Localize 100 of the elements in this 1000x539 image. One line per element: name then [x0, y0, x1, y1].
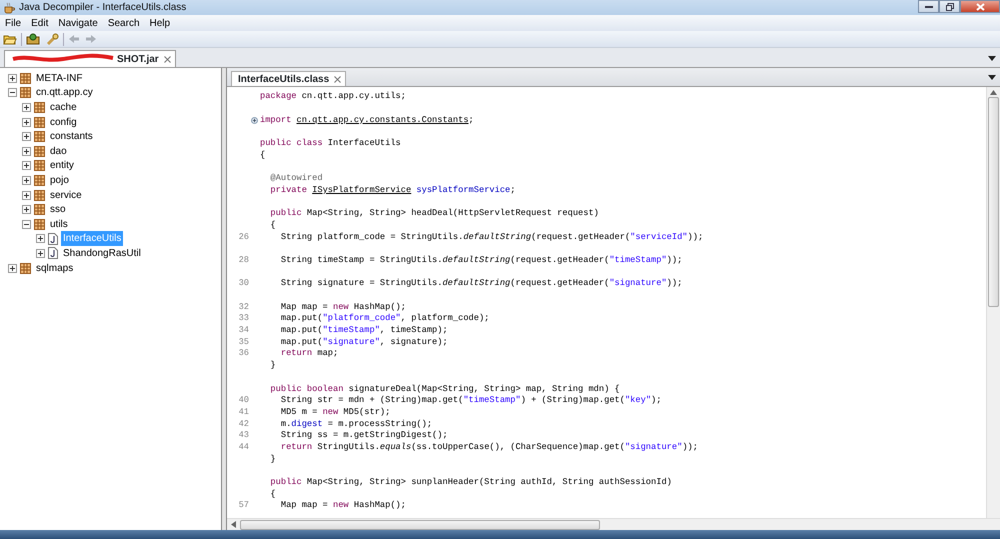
- package-icon: [34, 174, 45, 186]
- expand-icon[interactable]: [22, 205, 31, 214]
- menu-item[interactable]: Help: [144, 16, 176, 30]
- dropdown-arrow-icon[interactable]: [988, 74, 996, 80]
- open-archive-icon[interactable]: [25, 33, 41, 45]
- package-icon: [20, 72, 31, 84]
- code-line: MD5 m = new MD5(str);: [280, 406, 390, 418]
- tree-item[interactable]: sqlmaps: [34, 260, 76, 276]
- package-icon: [34, 146, 45, 157]
- code-line: public Map<String, String> sunplanHeader(String authId, String authSessionId): [269, 477, 672, 488]
- code-line: import cn.qtt.app.cy.constants.Constants;: [260, 114, 474, 126]
- code-line: String signature = StringUtils.defaultString(request.getHeader("signature"));: [280, 278, 682, 290]
- minimize-icon: [924, 6, 932, 8]
- line-number: 34: [238, 324, 249, 338]
- code-line: public Map<String, String> headDeal(HttpServletRequest request): [269, 208, 599, 220]
- package-icon: [34, 218, 45, 230]
- package-icon: [20, 262, 31, 274]
- minimize-button[interactable]: [918, 0, 939, 13]
- coffee-cup-icon: [3, 2, 15, 14]
- code-line: String str = mdn + (String)map.get("timeStamp") + (String)map.get("key");: [280, 395, 662, 406]
- archive-tab[interactable]: SHOT.jar: [4, 50, 176, 67]
- code-line: @Autowired: [269, 173, 323, 184]
- code-line: String platform_code = StringUtils.defaultString(request.getHeader("serviceId"));: [280, 232, 704, 243]
- tree-item[interactable]: pojo: [48, 172, 71, 188]
- code-line: }: [269, 454, 276, 465]
- expand-icon[interactable]: [22, 176, 31, 185]
- expand-icon[interactable]: [36, 248, 45, 258]
- close-button[interactable]: [960, 0, 1000, 13]
- menu-item[interactable]: Navigate: [53, 16, 103, 30]
- line-number: 26: [238, 230, 249, 244]
- tree-item[interactable]: utils: [48, 216, 70, 232]
- vertical-scrollbar[interactable]: [986, 87, 1000, 518]
- expand-icon[interactable]: [36, 234, 45, 244]
- code-line: map.put("platform_code", platform_code);: [280, 313, 490, 324]
- expand-icon[interactable]: [251, 116, 258, 124]
- line-number: 57: [238, 499, 249, 512]
- line-number: 28: [238, 254, 249, 267]
- collapse-icon[interactable]: [8, 88, 17, 98]
- expand-icon[interactable]: [22, 146, 31, 156]
- collapse-icon[interactable]: [22, 220, 31, 229]
- code-line: }: [269, 360, 276, 372]
- tree-item[interactable]: sso: [48, 202, 68, 218]
- expand-icon[interactable]: [22, 190, 31, 200]
- scroll-thumb[interactable]: [240, 520, 600, 530]
- code-line: public class InterfaceUtils: [260, 138, 401, 150]
- line-number: 36: [238, 347, 249, 360]
- code-line: String ss = m.getStringDigest();: [280, 430, 448, 442]
- line-number: 42: [238, 418, 249, 431]
- tree-item[interactable]: constants: [48, 129, 95, 144]
- line-number: 33: [238, 312, 249, 326]
- package-icon: [34, 190, 45, 201]
- menu-item[interactable]: Edit: [26, 16, 54, 30]
- code-line: String timeStamp = StringUtils.defaultString(request.getHeader("timeStamp"));: [280, 254, 682, 266]
- expand-icon[interactable]: [8, 264, 17, 273]
- expand-icon[interactable]: [22, 161, 31, 170]
- dropdown-arrow-icon[interactable]: [988, 54, 996, 60]
- close-tab-icon[interactable]: [164, 56, 171, 62]
- code-line: public boolean signatureDeal(Map<String, String> map, String mdn) {: [269, 384, 620, 395]
- expand-icon[interactable]: [8, 74, 17, 83]
- code-line: {: [269, 220, 276, 231]
- package-icon: [34, 131, 45, 142]
- expand-icon[interactable]: [22, 118, 31, 127]
- code-line: package cn.qtt.app.cy.utils;: [260, 91, 406, 102]
- tree-item[interactable]: service: [48, 188, 84, 203]
- editor-tab[interactable]: InterfaceUtils.class: [231, 71, 346, 86]
- horizontal-scrollbar[interactable]: [227, 518, 1000, 530]
- package-icon: [34, 160, 45, 172]
- code-line: {: [260, 150, 266, 161]
- tree-item[interactable]: dao: [48, 144, 69, 159]
- scroll-thumb[interactable]: [988, 97, 999, 307]
- code-line: m.digest = m.processString();: [280, 418, 432, 430]
- package-icon: [34, 102, 45, 113]
- close-tab-icon[interactable]: [334, 76, 342, 82]
- tree-item[interactable]: cache: [48, 100, 79, 115]
- tree-item[interactable]: ShandongRasUtil: [61, 246, 143, 261]
- code-line: Map map = new HashMap();: [280, 500, 406, 512]
- line-number: 43: [238, 429, 249, 442]
- scroll-left-arrow-icon[interactable]: [231, 521, 236, 528]
- package-icon: [20, 87, 31, 98]
- line-number: 40: [238, 394, 249, 408]
- code-line: map.put("timeStamp", timeStamp);: [280, 325, 448, 336]
- open-folder-icon[interactable]: [2, 33, 18, 45]
- line-number: 32: [238, 300, 249, 314]
- menu-item[interactable]: Search: [102, 16, 145, 30]
- line-number: 41: [238, 406, 249, 419]
- line-number: 30: [238, 277, 249, 290]
- code-line: Map map = new HashMap();: [280, 302, 406, 313]
- tree-item[interactable]: cn.qtt.app.cy: [34, 85, 95, 100]
- tree-item[interactable]: META-INF: [34, 70, 84, 86]
- tree-item[interactable]: entity: [48, 158, 76, 174]
- expand-icon[interactable]: [22, 132, 31, 142]
- expand-icon[interactable]: [22, 102, 31, 112]
- code-line: return map;: [280, 348, 338, 360]
- menu-item[interactable]: File: [0, 16, 26, 30]
- code-line: return StringUtils.equals(ss.toUpperCase(), (CharSequence)map.get("signature"));: [280, 442, 698, 453]
- package-icon: [34, 204, 45, 216]
- tree-item[interactable]: config: [48, 114, 79, 130]
- restore-button[interactable]: [939, 0, 960, 13]
- scroll-up-arrow-icon[interactable]: [990, 90, 997, 95]
- close-icon: [976, 2, 984, 10]
